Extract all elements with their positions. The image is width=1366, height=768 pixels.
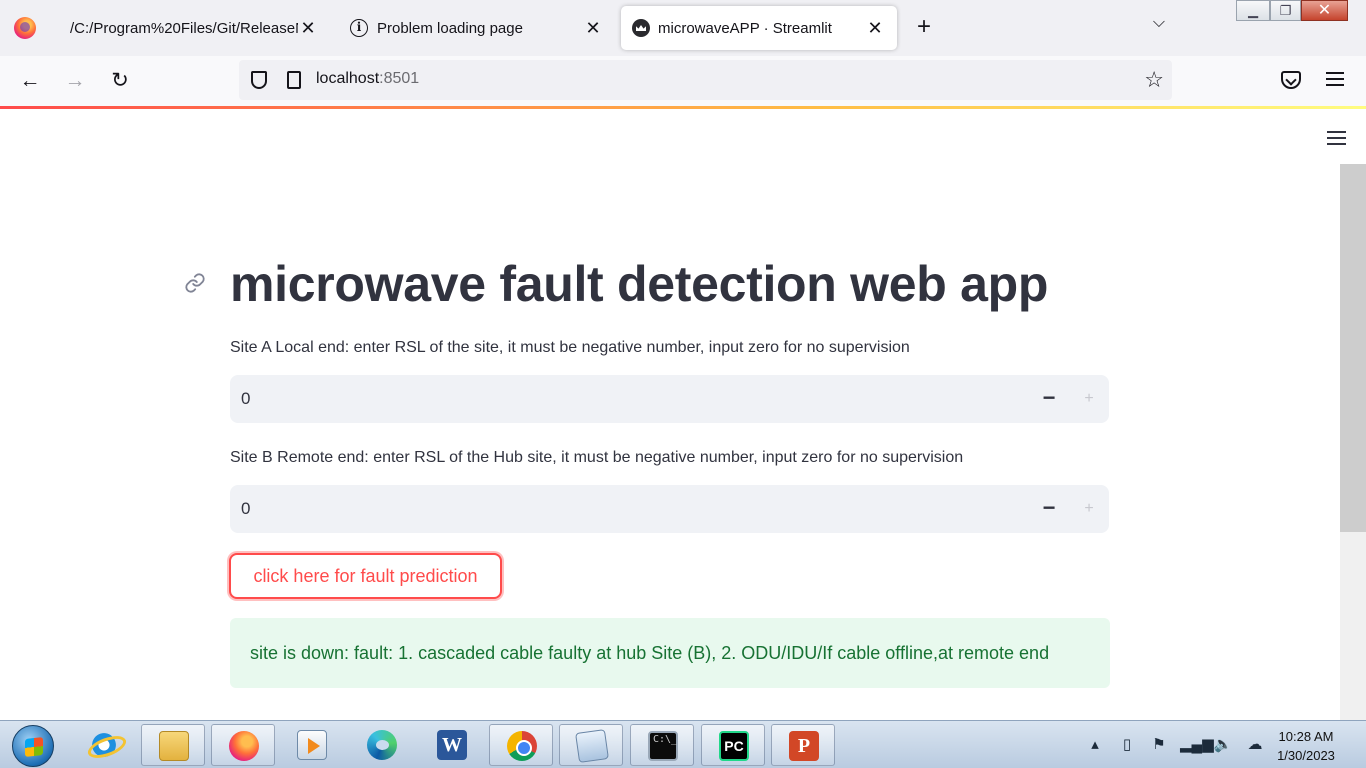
back-icon[interactable]: ← bbox=[17, 68, 43, 94]
update-notification-icon[interactable]: ☁ bbox=[1244, 735, 1266, 753]
page-title: microwave fault detection web app bbox=[230, 256, 1049, 312]
tab-release-notes[interactable]: /C:/Program%20Files/Git/ReleaseNotes ✕ bbox=[60, 6, 330, 50]
reload-icon[interactable]: ↻ bbox=[107, 68, 133, 94]
tab-problem-loading[interactable]: i Problem loading page ✕ bbox=[340, 6, 615, 50]
start-button[interactable] bbox=[12, 725, 54, 767]
notepad-icon bbox=[575, 729, 609, 763]
page-scrollbar[interactable]: ⌄ bbox=[1340, 164, 1366, 720]
restore-button[interactable]: ❐ bbox=[1270, 0, 1301, 21]
minimize-button[interactable]: ▁ bbox=[1236, 0, 1270, 21]
fault-prediction-button[interactable]: click here for fault prediction bbox=[229, 553, 502, 599]
site-b-rsl-input[interactable]: 0 − + bbox=[230, 485, 1109, 533]
info-icon: i bbox=[350, 19, 368, 37]
chrome-icon bbox=[507, 731, 537, 761]
result-text: site is down: fault: 1. cascaded cable f… bbox=[250, 643, 1050, 663]
tab-strip: /C:/Program%20Files/Git/ReleaseNotes ✕ i… bbox=[0, 0, 1366, 56]
volume-icon[interactable]: 🔈 bbox=[1212, 735, 1234, 753]
hamburger-menu-icon[interactable] bbox=[1326, 72, 1344, 86]
taskbar-command-prompt[interactable]: C:\_ bbox=[630, 724, 694, 766]
battery-icon[interactable]: ▯ bbox=[1116, 735, 1138, 753]
system-clock[interactable]: 10:28 AM 1/30/2023 bbox=[1266, 727, 1346, 765]
media-player-icon bbox=[297, 730, 327, 760]
action-center-icon[interactable]: ⚑ bbox=[1148, 735, 1170, 753]
streamlit-icon bbox=[632, 19, 650, 37]
show-hidden-icons-icon[interactable]: ▴ bbox=[1084, 735, 1106, 753]
url-text[interactable]: localhost:8501 bbox=[316, 70, 419, 88]
site-a-label: Site A Local end: enter RSL of the site,… bbox=[230, 339, 910, 356]
new-tab-icon[interactable]: + bbox=[912, 15, 936, 39]
windows-taskbar: W C:\_ PC P ▴ ▯ ⚑ ▂▄▆ 🔈 ☁ 10:28 AM 1/30/… bbox=[0, 720, 1366, 768]
system-tray: ▴ ▯ ⚑ ▂▄▆ 🔈 ☁ bbox=[1084, 735, 1266, 753]
decrement-icon[interactable]: − bbox=[1037, 497, 1061, 521]
tab-title: /C:/Program%20Files/Git/ReleaseNotes bbox=[70, 19, 298, 37]
streamlit-page: microwave fault detection web app Site A… bbox=[0, 109, 1366, 720]
taskbar-notepad[interactable] bbox=[559, 724, 623, 766]
streamlit-main-menu-icon[interactable] bbox=[1327, 131, 1346, 145]
pocket-icon[interactable] bbox=[1281, 71, 1301, 89]
anchor-link-icon[interactable] bbox=[184, 272, 206, 294]
taskbar-powerpoint[interactable]: P bbox=[771, 724, 835, 766]
scrollbar-thumb[interactable] bbox=[1340, 164, 1366, 532]
pycharm-icon: PC bbox=[719, 731, 749, 761]
site-b-value[interactable]: 0 bbox=[241, 499, 250, 519]
close-icon[interactable]: ✕ bbox=[865, 18, 885, 38]
taskbar-firefox[interactable] bbox=[211, 724, 275, 766]
taskbar-word[interactable]: W bbox=[420, 724, 484, 766]
result-alert: site is down: fault: 1. cascaded cable f… bbox=[230, 618, 1110, 688]
network-icon[interactable]: ▂▄▆ bbox=[1180, 735, 1214, 753]
close-icon[interactable]: ✕ bbox=[583, 18, 603, 38]
powerpoint-icon: P bbox=[789, 731, 819, 761]
tab-title: microwaveAPP · Streamlit bbox=[658, 19, 832, 37]
tab-streamlit-app[interactable]: microwaveAPP · Streamlit ✕ bbox=[621, 6, 897, 50]
navigation-bar: ← → ↻ localhost:8501 ☆ bbox=[0, 56, 1366, 106]
url-port: :8501 bbox=[379, 70, 420, 87]
site-b-label: Site B Remote end: enter RSL of the Hub … bbox=[230, 449, 964, 466]
close-icon[interactable]: ✕ bbox=[298, 18, 318, 38]
increment-icon[interactable]: + bbox=[1077, 387, 1101, 411]
taskbar-edge[interactable] bbox=[350, 724, 414, 766]
taskbar-file-explorer[interactable] bbox=[141, 724, 205, 766]
url-host: localhost bbox=[316, 70, 380, 87]
window-controls: ▁ ❐ ✕ bbox=[1236, 0, 1348, 21]
forward-icon[interactable]: → bbox=[62, 68, 88, 94]
increment-icon[interactable]: + bbox=[1077, 497, 1101, 521]
site-a-value[interactable]: 0 bbox=[241, 389, 250, 409]
clock-time: 10:28 AM bbox=[1278, 729, 1334, 744]
page-icon[interactable] bbox=[287, 71, 301, 89]
internet-explorer-icon bbox=[89, 730, 119, 760]
taskbar-pycharm[interactable]: PC bbox=[701, 724, 765, 766]
bookmark-star-icon[interactable]: ☆ bbox=[1144, 67, 1164, 93]
folder-icon bbox=[159, 731, 189, 761]
address-bar[interactable]: localhost:8501 ☆ bbox=[239, 60, 1172, 100]
command-prompt-icon: C:\_ bbox=[648, 731, 678, 761]
taskbar-internet-explorer[interactable] bbox=[72, 724, 136, 766]
decrement-icon[interactable]: − bbox=[1037, 387, 1061, 411]
word-icon: W bbox=[437, 730, 467, 760]
taskbar-media-player[interactable] bbox=[280, 724, 344, 766]
firefox-icon bbox=[229, 731, 259, 761]
site-a-rsl-input[interactable]: 0 − + bbox=[230, 375, 1109, 423]
window-close-button[interactable]: ✕ bbox=[1301, 0, 1348, 21]
taskbar-chrome[interactable] bbox=[489, 724, 553, 766]
tab-title: Problem loading page bbox=[377, 19, 523, 37]
chevron-down-icon[interactable]: ⌵ bbox=[1148, 14, 1170, 36]
clock-date: 1/30/2023 bbox=[1277, 748, 1335, 763]
shield-icon[interactable] bbox=[251, 71, 267, 89]
firefox-menu-icon[interactable] bbox=[14, 17, 36, 39]
edge-icon bbox=[367, 730, 397, 760]
